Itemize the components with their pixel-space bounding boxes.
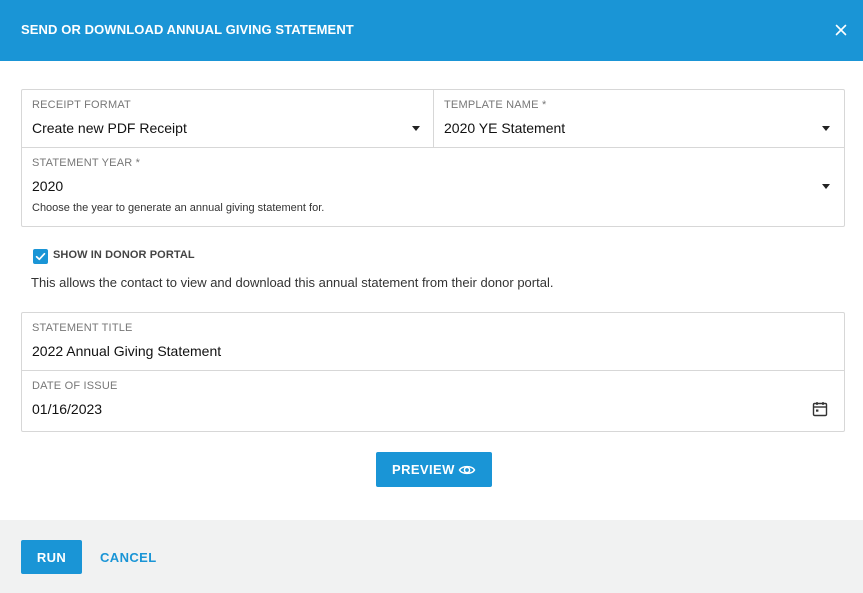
date-of-issue-field[interactable]: DATE OF ISSUE 01/16/2023 [22,371,844,431]
statement-title-value: 2022 Annual Giving Statement [32,343,222,359]
preview-button[interactable]: PREVIEW [376,452,492,487]
close-icon [835,24,847,36]
calendar-button[interactable] [811,400,829,418]
eye-icon [458,465,476,475]
template-name-value: 2020 YE Statement [444,120,566,136]
statement-details-group: STATEMENT TITLE 2022 Annual Giving State… [21,312,845,432]
modal-header: SEND OR DOWNLOAD ANNUAL GIVING STATEMENT [0,0,863,61]
date-of-issue-label: DATE OF ISSUE [32,380,118,392]
modal-title: SEND OR DOWNLOAD ANNUAL GIVING STATEMENT [21,22,354,37]
chevron-down-icon [822,126,830,131]
checkmark-icon [35,252,46,261]
statement-title-label: STATEMENT TITLE [32,322,133,334]
chevron-down-icon [412,126,420,131]
donor-portal-checkbox[interactable] [33,249,48,264]
annual-statement-modal: SEND OR DOWNLOAD ANNUAL GIVING STATEMENT… [0,0,863,593]
statement-year-value: 2020 [32,178,64,194]
calendar-icon [812,402,828,417]
receipt-settings-group: RECEIPT FORMAT Create new PDF Receipt TE… [21,89,845,227]
preview-label: PREVIEW [392,462,455,477]
template-name-label: TEMPLATE NAME * [444,99,547,111]
template-name-select[interactable]: TEMPLATE NAME * 2020 YE Statement [434,90,844,147]
run-button[interactable]: RUN [21,540,82,574]
receipt-format-value: Create new PDF Receipt [32,120,187,136]
statement-year-help: Choose the year to generate an annual gi… [32,202,325,214]
cancel-button[interactable]: CANCEL [100,550,157,565]
run-label: RUN [36,550,67,565]
donor-portal-label: SHOW IN DONOR PORTAL [53,249,195,261]
statement-title-field[interactable]: STATEMENT TITLE 2022 Annual Giving State… [22,313,844,370]
modal-footer: RUN CANCEL [0,520,863,593]
chevron-down-icon [822,184,830,189]
statement-year-label: STATEMENT YEAR * [32,157,141,169]
receipt-format-label: RECEIPT FORMAT [32,99,131,111]
receipt-format-select[interactable]: RECEIPT FORMAT Create new PDF Receipt [22,90,433,147]
close-button[interactable] [831,20,851,40]
donor-portal-description: This allows the contact to view and down… [31,275,554,290]
date-of-issue-value: 01/16/2023 [32,401,103,417]
statement-year-select[interactable]: STATEMENT YEAR * 2020 Choose the year to… [22,148,844,226]
